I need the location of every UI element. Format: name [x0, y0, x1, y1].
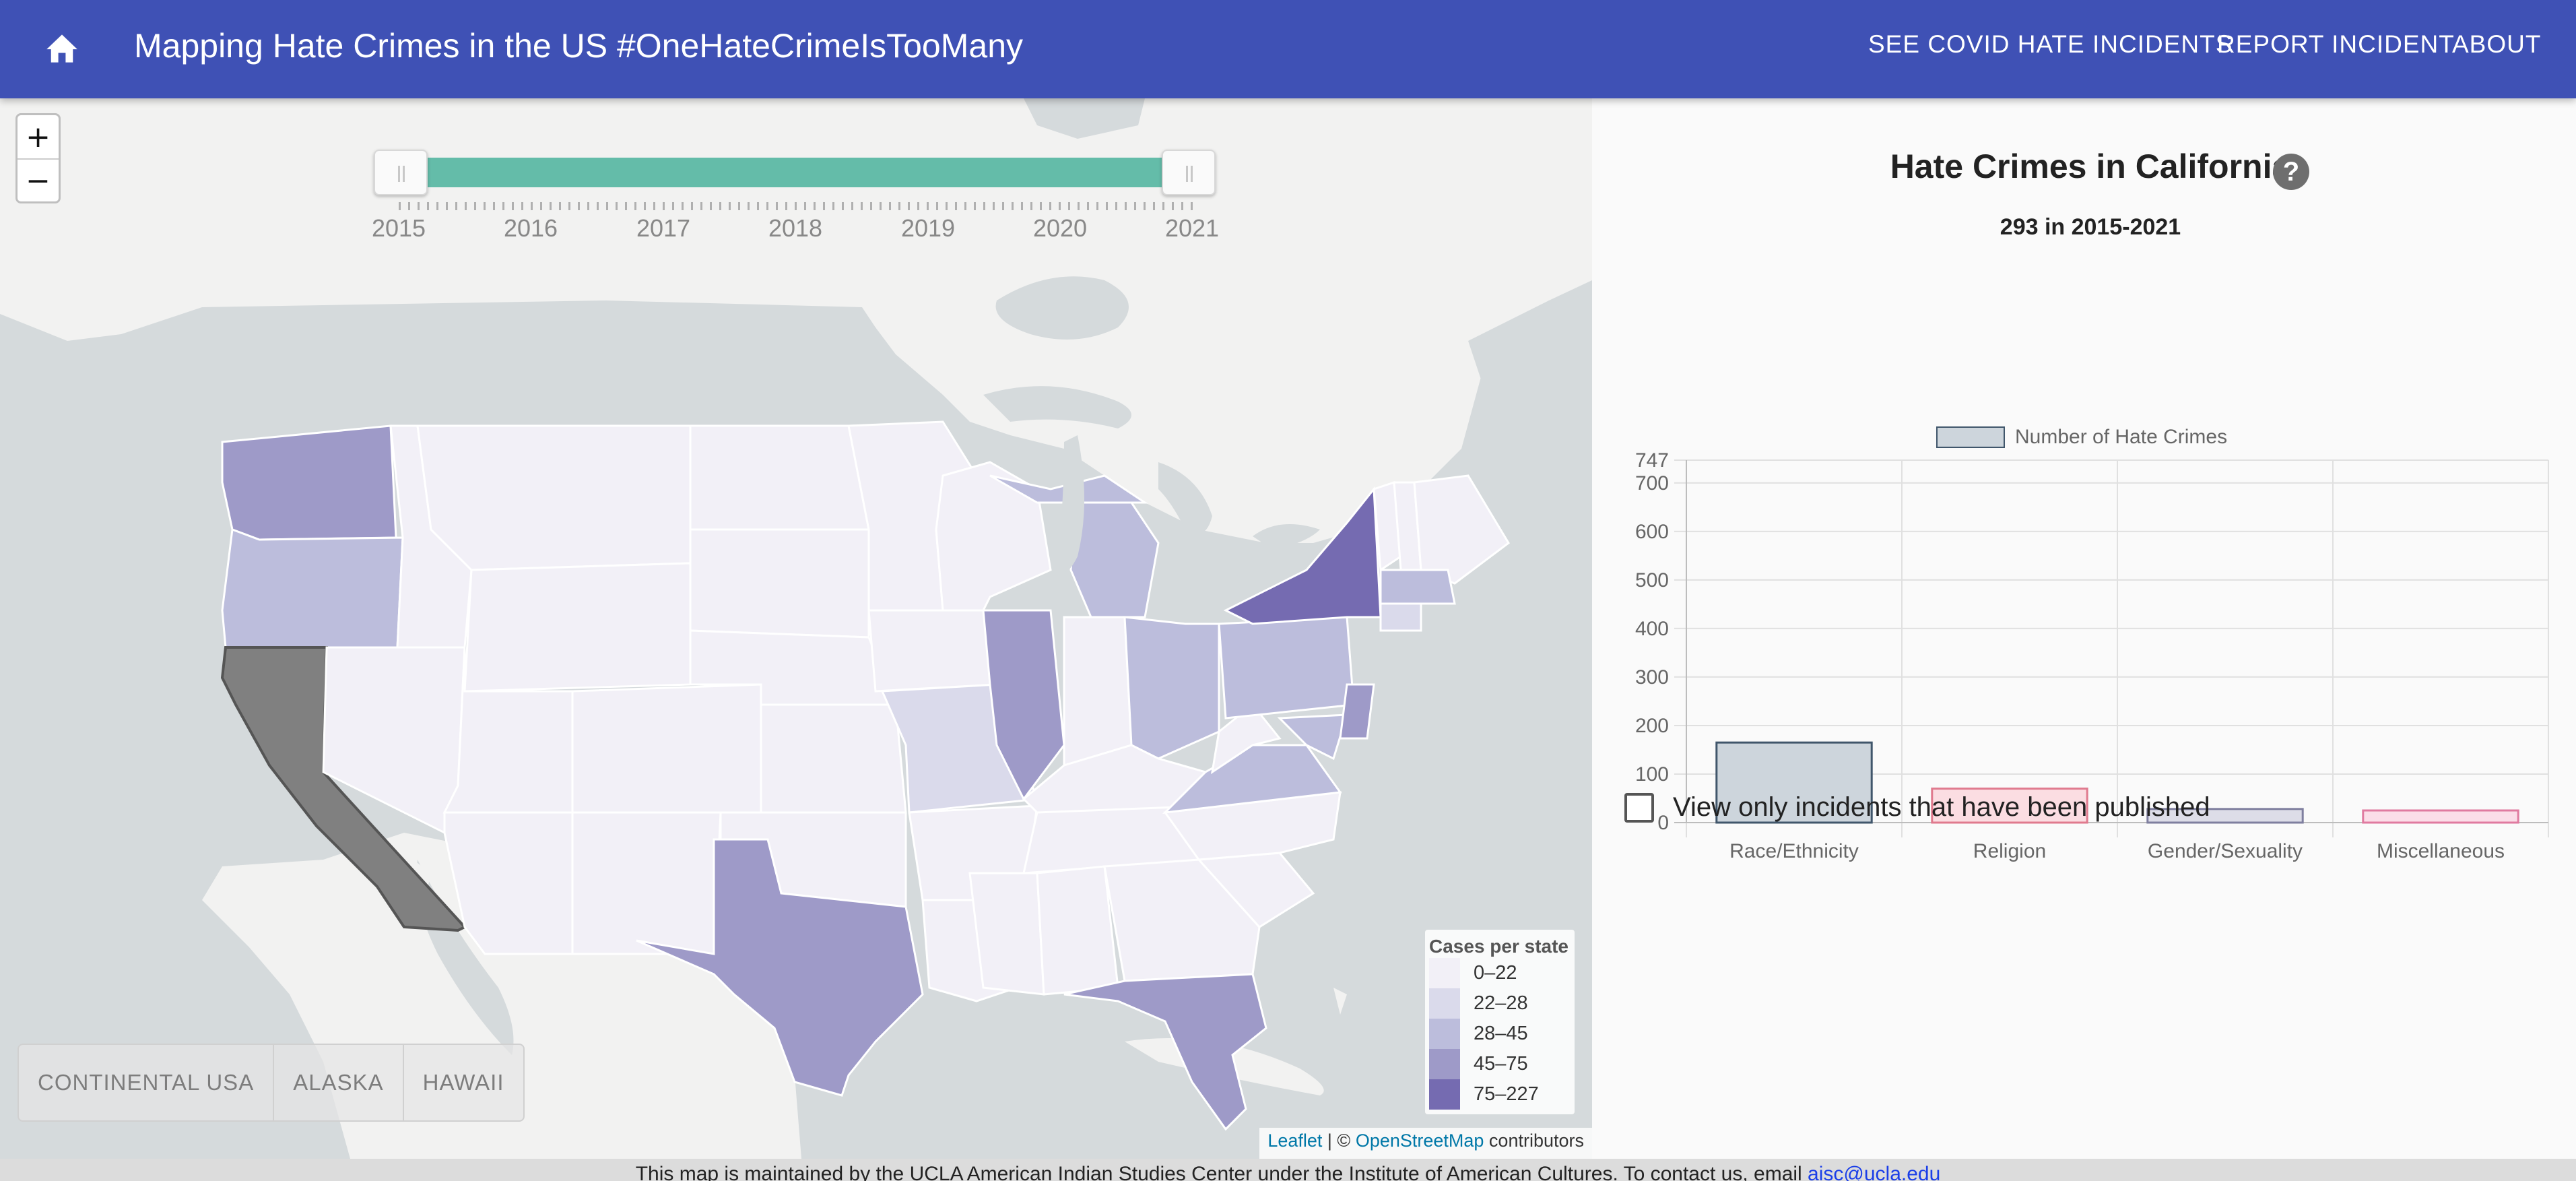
- published-filter[interactable]: View only incidents that have been publi…: [1624, 792, 2210, 823]
- y-tick-label: 200: [1635, 715, 1669, 737]
- legend-swatch: [1429, 1079, 1460, 1110]
- y-tick-label: 700: [1635, 472, 1669, 494]
- state-montana[interactable]: [416, 424, 692, 571]
- continental-usa-button[interactable]: CONTINENTAL USA: [19, 1045, 273, 1120]
- map-legend: Cases per state 0–22 22–28 28–45 45–75 7…: [1425, 930, 1575, 1114]
- state-connecticut[interactable]: [1379, 602, 1422, 632]
- state-alabama[interactable]: [1036, 865, 1119, 996]
- y-tick-label: 500: [1635, 569, 1669, 592]
- year-label: 2018: [768, 214, 823, 242]
- chart-legend-swatch: [1936, 426, 2005, 448]
- x-tick-label: Religion: [1973, 840, 2046, 862]
- state-massachusetts[interactable]: [1379, 569, 1456, 605]
- legend-label: 0–22: [1474, 962, 1517, 984]
- legend-label: 75–227: [1474, 1083, 1539, 1105]
- year-label: 2021: [1164, 214, 1220, 242]
- hawaii-button[interactable]: HAWAII: [402, 1045, 523, 1120]
- legend-swatch: [1429, 988, 1460, 1019]
- legend-item: 75–227: [1429, 1079, 1571, 1110]
- nav-about[interactable]: ABOUT: [2452, 30, 2541, 59]
- legend-swatch: [1429, 1019, 1460, 1049]
- state-kansas[interactable]: [760, 703, 907, 814]
- footer-text: This map is maintained by the UCLA Ameri…: [635, 1163, 1808, 1181]
- leaflet-link[interactable]: Leaflet: [1267, 1130, 1322, 1151]
- app-title: Mapping Hate Crimes in the US #OneHateCr…: [134, 27, 1023, 65]
- zoom-out-button[interactable]: −: [18, 158, 59, 201]
- chart-legend-label: Number of Hate Crimes: [2015, 426, 2227, 448]
- state-pennsylvania[interactable]: [1218, 616, 1355, 720]
- attribution-suffix: contributors: [1484, 1130, 1584, 1151]
- state-oregon[interactable]: [221, 528, 404, 649]
- footer: This map is maintained by the UCLA Ameri…: [0, 1159, 2576, 1181]
- y-tick-label: 400: [1635, 618, 1669, 640]
- nav-report-incident[interactable]: REPORT INCIDENT: [2217, 30, 2455, 59]
- legend-swatch: [1429, 958, 1460, 988]
- year-label: 2015: [371, 214, 426, 242]
- alaska-button[interactable]: ALASKA: [273, 1045, 402, 1120]
- panel-title-text: Hate Crimes in California: [1890, 148, 2291, 185]
- state-iowa[interactable]: [867, 609, 998, 693]
- legend-label: 22–28: [1474, 992, 1528, 1014]
- state-south-dakota[interactable]: [689, 528, 870, 639]
- state-mississippi[interactable]: [968, 872, 1045, 996]
- state-new-mexico[interactable]: [571, 811, 722, 955]
- y-tick-label: 300: [1635, 666, 1669, 689]
- state-colorado[interactable]: [571, 683, 762, 814]
- legend-label: 45–75: [1474, 1053, 1528, 1075]
- year-label: 2019: [900, 214, 956, 242]
- map[interactable]: + − 2015 2016 2017 2018 2019 2020 2021 C…: [0, 98, 1592, 1159]
- region-button-group: CONTINENTAL USA ALASKA HAWAII: [18, 1044, 525, 1122]
- state-indiana[interactable]: [1063, 616, 1133, 767]
- published-checkbox-label: View only incidents that have been publi…: [1673, 792, 2210, 822]
- home-button[interactable]: [35, 22, 89, 75]
- year-label: 2020: [1032, 214, 1088, 242]
- legend-item: 28–45: [1429, 1019, 1571, 1049]
- question-icon[interactable]: ?: [2273, 154, 2309, 190]
- year-range-slider[interactable]: 2015 2016 2017 2018 2019 2020 2021: [372, 146, 1219, 242]
- legend-item: 22–28: [1429, 988, 1571, 1019]
- bar: [2362, 809, 2519, 824]
- zoom-control: + −: [15, 113, 61, 203]
- home-icon: [46, 34, 77, 63]
- legend-swatch: [1429, 1049, 1460, 1079]
- year-label: 2017: [636, 214, 691, 242]
- legend-label: 28–45: [1474, 1023, 1528, 1044]
- nav-covid-hate-incidents[interactable]: SEE COVID HATE INCIDENTS: [1868, 30, 2233, 59]
- slider-start-handle[interactable]: [374, 150, 428, 195]
- x-tick-label: Race/Ethnicity: [1729, 840, 1859, 862]
- basemap: [0, 98, 1592, 1159]
- y-tick-label: 747: [1635, 449, 1669, 472]
- panel-subtitle: 293 in 2015-2021: [2000, 214, 2181, 240]
- y-tick-label: 100: [1635, 763, 1669, 786]
- legend-item: 45–75: [1429, 1049, 1571, 1079]
- legend-title: Cases per state: [1429, 936, 1569, 957]
- state-new-jersey[interactable]: [1339, 683, 1375, 740]
- x-tick-label: Miscellaneous: [2377, 840, 2505, 862]
- slider-selected-track: [401, 158, 1182, 187]
- panel-title: Hate Crimes in California: [1592, 147, 2576, 186]
- state-wyoming[interactable]: [463, 562, 692, 693]
- openstreetmap-link[interactable]: OpenStreetMap: [1356, 1130, 1484, 1151]
- slider-end-handle[interactable]: [1162, 150, 1216, 195]
- state-north-dakota[interactable]: [689, 424, 870, 531]
- state-ohio[interactable]: [1123, 616, 1220, 760]
- app-bar: Mapping Hate Crimes in the US #OneHateCr…: [0, 0, 2576, 98]
- state-maine[interactable]: [1413, 474, 1510, 585]
- slider-ticks: [399, 202, 1193, 210]
- zoom-in-button[interactable]: +: [18, 115, 59, 158]
- legend-item: 0–22: [1429, 958, 1571, 988]
- footer-email-link[interactable]: aisc@ucla.edu: [1808, 1163, 1940, 1181]
- year-label: 2016: [503, 214, 558, 242]
- x-tick-label: Gender/Sexuality: [2148, 840, 2303, 862]
- y-tick-label: 600: [1635, 521, 1669, 543]
- state-washington[interactable]: [221, 424, 397, 541]
- published-checkbox[interactable]: [1624, 792, 1654, 823]
- state-detail-panel: Hate Crimes in California ? 293 in 2015-…: [1592, 98, 2576, 1159]
- map-attribution: Leaflet | © OpenStreetMap contributors: [1259, 1128, 1592, 1159]
- attribution-separator: | ©: [1322, 1130, 1356, 1151]
